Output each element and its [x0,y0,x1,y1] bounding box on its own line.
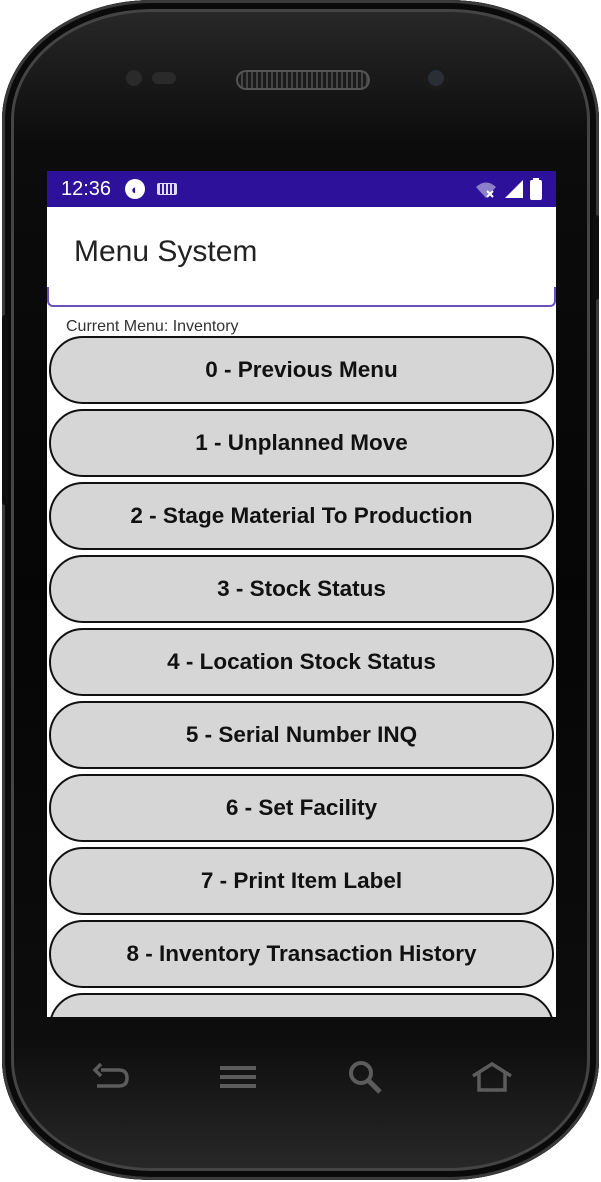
menu-button-inventory-transaction-history[interactable]: 8 - Inventory Transaction History [49,920,554,988]
menu-button-stock-status[interactable]: 3 - Stock Status [49,555,554,623]
search-icon [349,1061,382,1094]
wifi-off-icon [476,182,496,198]
battery-icon [530,178,542,200]
proximity-sensor [126,70,142,86]
power-button[interactable] [593,215,599,300]
menu-button-serial-number-inq[interactable]: 5 - Serial Number INQ [49,701,554,769]
signal-icon [505,180,523,198]
menu-button-location-stock-status[interactable]: 4 - Location Stock Status [49,628,554,696]
search-button[interactable] [335,1047,395,1107]
menu-button-previous-menu[interactable]: 0 - Previous Menu [49,336,554,404]
front-camera [424,66,448,90]
back-button[interactable] [81,1047,141,1107]
menu-list: 0 - Previous Menu 1 - Unplanned Move 2 -… [47,336,556,1017]
menu-button[interactable] [208,1047,268,1107]
earpiece-speaker [236,70,370,90]
menu-button-set-facility[interactable]: 6 - Set Facility [49,774,554,842]
volume-button[interactable] [2,315,8,505]
menu-button-print-item-label[interactable]: 7 - Print Item Label [49,847,554,915]
navigation-bar [47,1017,556,1137]
page-title: Menu System [74,235,258,268]
screen: 12:36 ◐ Menu System Current Menu: Invent… [47,171,556,1017]
light-sensor [152,72,176,84]
app-toolbar: Menu System [47,207,556,307]
home-icon [472,1061,513,1092]
menu-button-partial[interactable] [49,993,554,1017]
menu-button-unplanned-move[interactable]: 1 - Unplanned Move [49,409,554,477]
current-menu-label: Current Menu: Inventory [66,318,239,335]
menu-icon [219,1066,256,1088]
home-button[interactable] [462,1047,522,1107]
keyboard-icon [157,183,178,195]
status-time: 12:36 [61,177,112,200]
status-bar: 12:36 ◐ [47,171,556,207]
menu-button-stage-material[interactable]: 2 - Stage Material To Production [49,482,554,550]
back-icon [92,1062,129,1088]
app-notification-icon: ◐ [125,179,146,199]
